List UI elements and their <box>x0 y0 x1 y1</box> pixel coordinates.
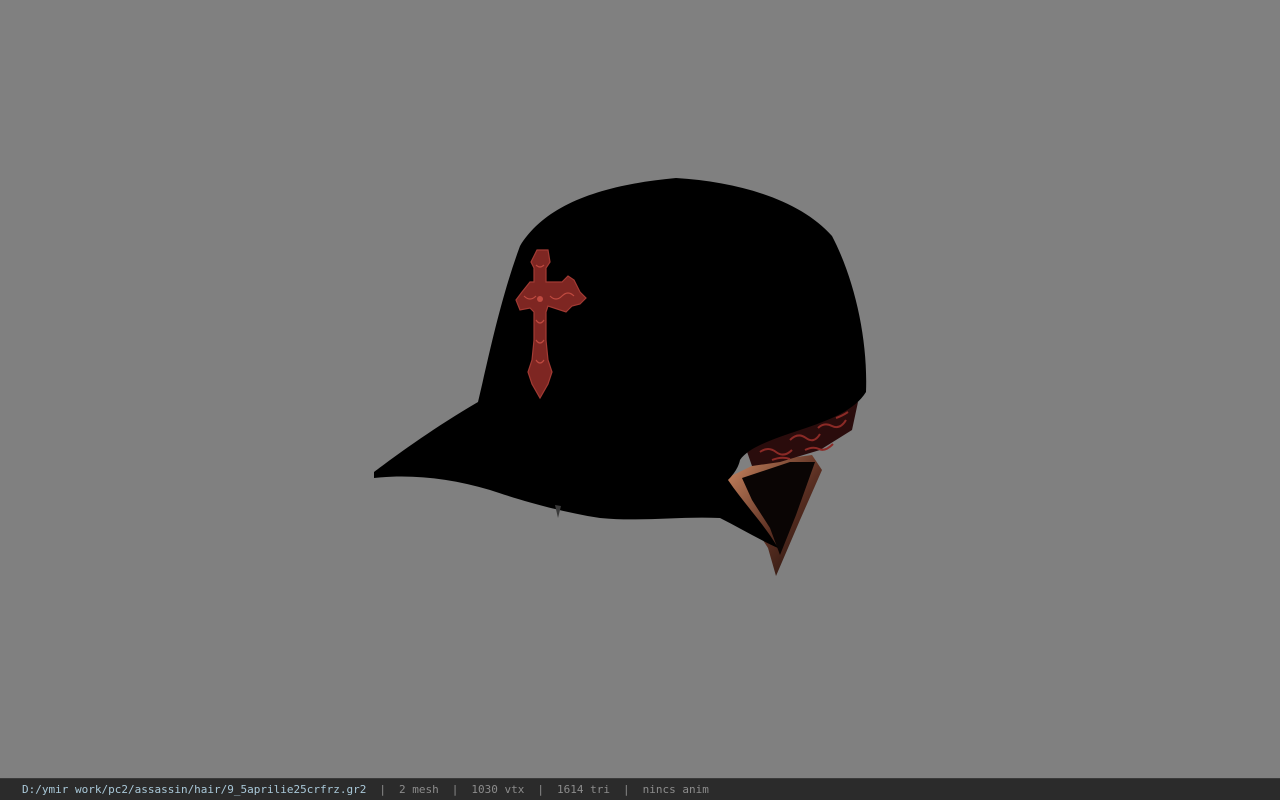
visor-edge <box>555 505 561 518</box>
status-separator: | <box>622 783 630 796</box>
status-separator: | <box>537 783 544 796</box>
file-path: D:/ymir work/pc2/assassin/hair/9_5aprili… <box>22 783 367 796</box>
status-bar: D:/ymir work/pc2/assassin/hair/9_5aprili… <box>0 778 1280 800</box>
status-separator: | <box>451 783 459 796</box>
model-render <box>374 178 867 576</box>
status-separator: | <box>379 783 386 796</box>
3d-viewport[interactable] <box>0 0 1280 778</box>
mesh-count: 2 mesh <box>399 783 439 796</box>
vertex-count: 1030 vtx <box>471 783 525 796</box>
animation-status: nincs anim <box>642 783 709 796</box>
triangle-count: 1614 tri <box>556 783 610 796</box>
